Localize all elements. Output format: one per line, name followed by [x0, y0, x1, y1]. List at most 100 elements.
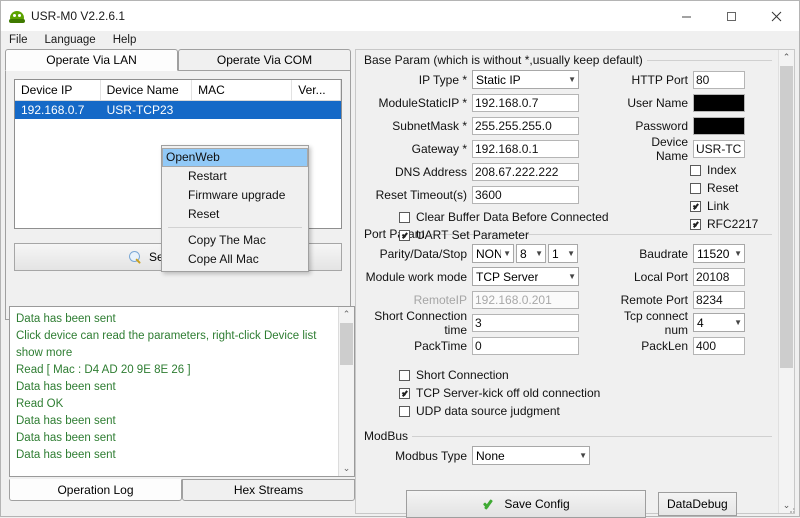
index-checkbox[interactable] [690, 164, 701, 176]
pack-time-input[interactable] [472, 336, 579, 355]
menu-bar: File Language Help [1, 31, 799, 49]
gateway-input[interactable] [472, 139, 579, 158]
ip-type-select[interactable]: Static IP ▼ [472, 70, 579, 89]
chevron-down-icon: ▼ [734, 318, 742, 327]
table-row[interactable]: 192.168.0.7 USR-TCP23 [15, 101, 341, 119]
reset-timeout-row: Reset Timeout(s) [362, 184, 612, 205]
data-bits-select[interactable]: 8 ▼ [516, 244, 546, 263]
menu-help[interactable]: Help [113, 34, 137, 46]
ip-type-row: IP Type * Static IP ▼ [362, 69, 612, 90]
uart-set-parameter-checkbox-row[interactable]: UART Set Parameter [399, 226, 612, 244]
operation-log-box[interactable]: Data has been sent Click device can read… [9, 306, 355, 477]
modbus-legend: ModBus [364, 429, 409, 443]
password-input[interactable] [693, 116, 745, 135]
module-work-mode-select[interactable]: TCP Server ▼ [472, 267, 579, 286]
tab-operation-log[interactable]: Operation Log [9, 479, 182, 501]
baudrate-select[interactable]: 11520 ▼ [693, 244, 745, 263]
context-menu-item-copy-the-mac[interactable]: Copy The Mac [162, 231, 308, 250]
tab-operate-via-com[interactable]: Operate Via COM [178, 49, 351, 71]
cell-mac [192, 101, 292, 119]
config-scroll-thumb[interactable] [780, 66, 793, 368]
uart-set-parameter-label: UART Set Parameter [416, 228, 529, 242]
index-checkbox-row[interactable]: Index [690, 161, 786, 179]
device-name-input[interactable] [693, 139, 745, 158]
link-checkbox-row[interactable]: Link [690, 197, 786, 215]
pack-len-input[interactable] [693, 336, 745, 355]
base-param-right-column: HTTP Port User Name Password [616, 69, 786, 233]
http-port-label: HTTP Port [631, 72, 688, 87]
device-table-header: Device IP Device Name MAC Ver... [15, 80, 341, 101]
log-scrollbar[interactable]: ⌃ ⌄ [338, 307, 354, 476]
action-bar: Save Config DataDebug [406, 490, 772, 518]
rfc2217-checkbox[interactable] [690, 218, 701, 230]
module-static-ip-row: ModuleStaticIP * [362, 92, 612, 113]
parity-select[interactable]: NON ▼ [472, 244, 514, 263]
device-context-menu[interactable]: OpenWeb Restart Firmware upgrade Reset C… [161, 145, 309, 272]
context-menu-item-restart[interactable]: Restart [162, 167, 308, 186]
user-name-input[interactable] [693, 93, 745, 112]
log-scroll-thumb[interactable] [340, 323, 353, 365]
scroll-up-icon[interactable]: ⌃ [339, 307, 354, 322]
config-scrollbar[interactable]: ⌃ ⌄ [778, 50, 794, 513]
modbus-type-row: Modbus Type None ▼ [362, 445, 772, 466]
menu-file[interactable]: File [9, 34, 28, 46]
clear-buffer-checkbox-row[interactable]: Clear Buffer Data Before Connected [399, 208, 612, 226]
application-window: USR-M0 V2.2.6.1 File Language Help Opera… [0, 0, 800, 518]
cell-device-name: USR-TCP23 [106, 103, 174, 117]
column-device-ip: Device IP [15, 80, 101, 100]
module-static-ip-input[interactable] [472, 93, 579, 112]
maximize-button[interactable] [709, 1, 754, 31]
save-config-button[interactable]: Save Config [406, 490, 646, 518]
base-param-group: Base Param (which is without *,usually k… [362, 53, 772, 242]
link-label: Link [707, 199, 730, 213]
reset-timeout-input[interactable] [472, 185, 579, 204]
clear-buffer-checkbox[interactable] [399, 211, 410, 223]
user-name-label: User Name [627, 95, 688, 110]
context-menu-item-openweb[interactable]: OpenWeb [162, 148, 308, 167]
reset-label: Reset [707, 181, 739, 195]
log-text: Data has been sent Click device can read… [10, 307, 332, 468]
modbus-type-value: None [476, 448, 505, 463]
scroll-up-icon[interactable]: ⌃ [779, 50, 794, 65]
reset-checkbox[interactable] [690, 182, 701, 194]
subnet-mask-input[interactable] [472, 116, 579, 135]
pack-time-row: PackTime [362, 335, 612, 356]
scroll-down-icon[interactable]: ⌄ [339, 461, 354, 476]
modbus-group: ModBus Modbus Type None ▼ [362, 429, 772, 472]
data-debug-button[interactable]: DataDebug [658, 492, 737, 516]
tcp-kick-off-checkbox[interactable] [399, 387, 410, 399]
stop-bits-select[interactable]: 1 ▼ [548, 244, 578, 263]
tcp-kick-off-checkbox-row[interactable]: TCP Server-kick off old connection [399, 384, 612, 402]
reset-checkbox-row[interactable]: Reset [690, 179, 786, 197]
chevron-down-icon: ▼ [734, 249, 742, 258]
pack-len-label: PackLen [641, 338, 688, 353]
modbus-type-select[interactable]: None ▼ [472, 446, 590, 465]
remote-port-input[interactable] [693, 290, 745, 309]
context-menu-item-firmware-upgrade[interactable]: Firmware upgrade [162, 186, 308, 205]
resize-gripper-icon[interactable] [786, 504, 796, 514]
minimize-button[interactable] [664, 1, 709, 31]
chevron-down-icon: ▼ [568, 75, 576, 84]
context-menu-item-reset[interactable]: Reset [162, 205, 308, 224]
uart-set-parameter-checkbox[interactable] [399, 229, 410, 241]
close-button[interactable] [754, 1, 799, 31]
short-connection-checkbox[interactable] [399, 369, 410, 381]
module-work-mode-row: Module work mode TCP Server ▼ [362, 266, 612, 287]
udp-judgment-checkbox-row[interactable]: UDP data source judgment [399, 402, 612, 420]
short-connection-time-input[interactable] [472, 313, 579, 332]
dns-address-input[interactable] [472, 162, 579, 181]
context-menu-item-cope-all-mac[interactable]: Cope All Mac [162, 250, 308, 269]
rfc2217-checkbox-row[interactable]: RFC2217 [690, 215, 786, 233]
http-port-input[interactable] [693, 70, 745, 89]
log-panel: Data has been sent Click device can read… [9, 306, 355, 477]
menu-language[interactable]: Language [45, 34, 96, 46]
short-connection-checkbox-row[interactable]: Short Connection [399, 366, 612, 384]
tab-operate-via-lan[interactable]: Operate Via LAN [5, 49, 178, 71]
tcp-connect-num-select[interactable]: 4 ▼ [693, 313, 745, 332]
tab-hex-streams[interactable]: Hex Streams [182, 479, 355, 501]
device-name-label: Device Name [651, 134, 688, 163]
udp-judgment-checkbox[interactable] [399, 405, 410, 417]
local-port-input[interactable] [693, 267, 745, 286]
link-checkbox[interactable] [690, 200, 701, 212]
remote-ip-row: RemoteIP [362, 289, 612, 310]
